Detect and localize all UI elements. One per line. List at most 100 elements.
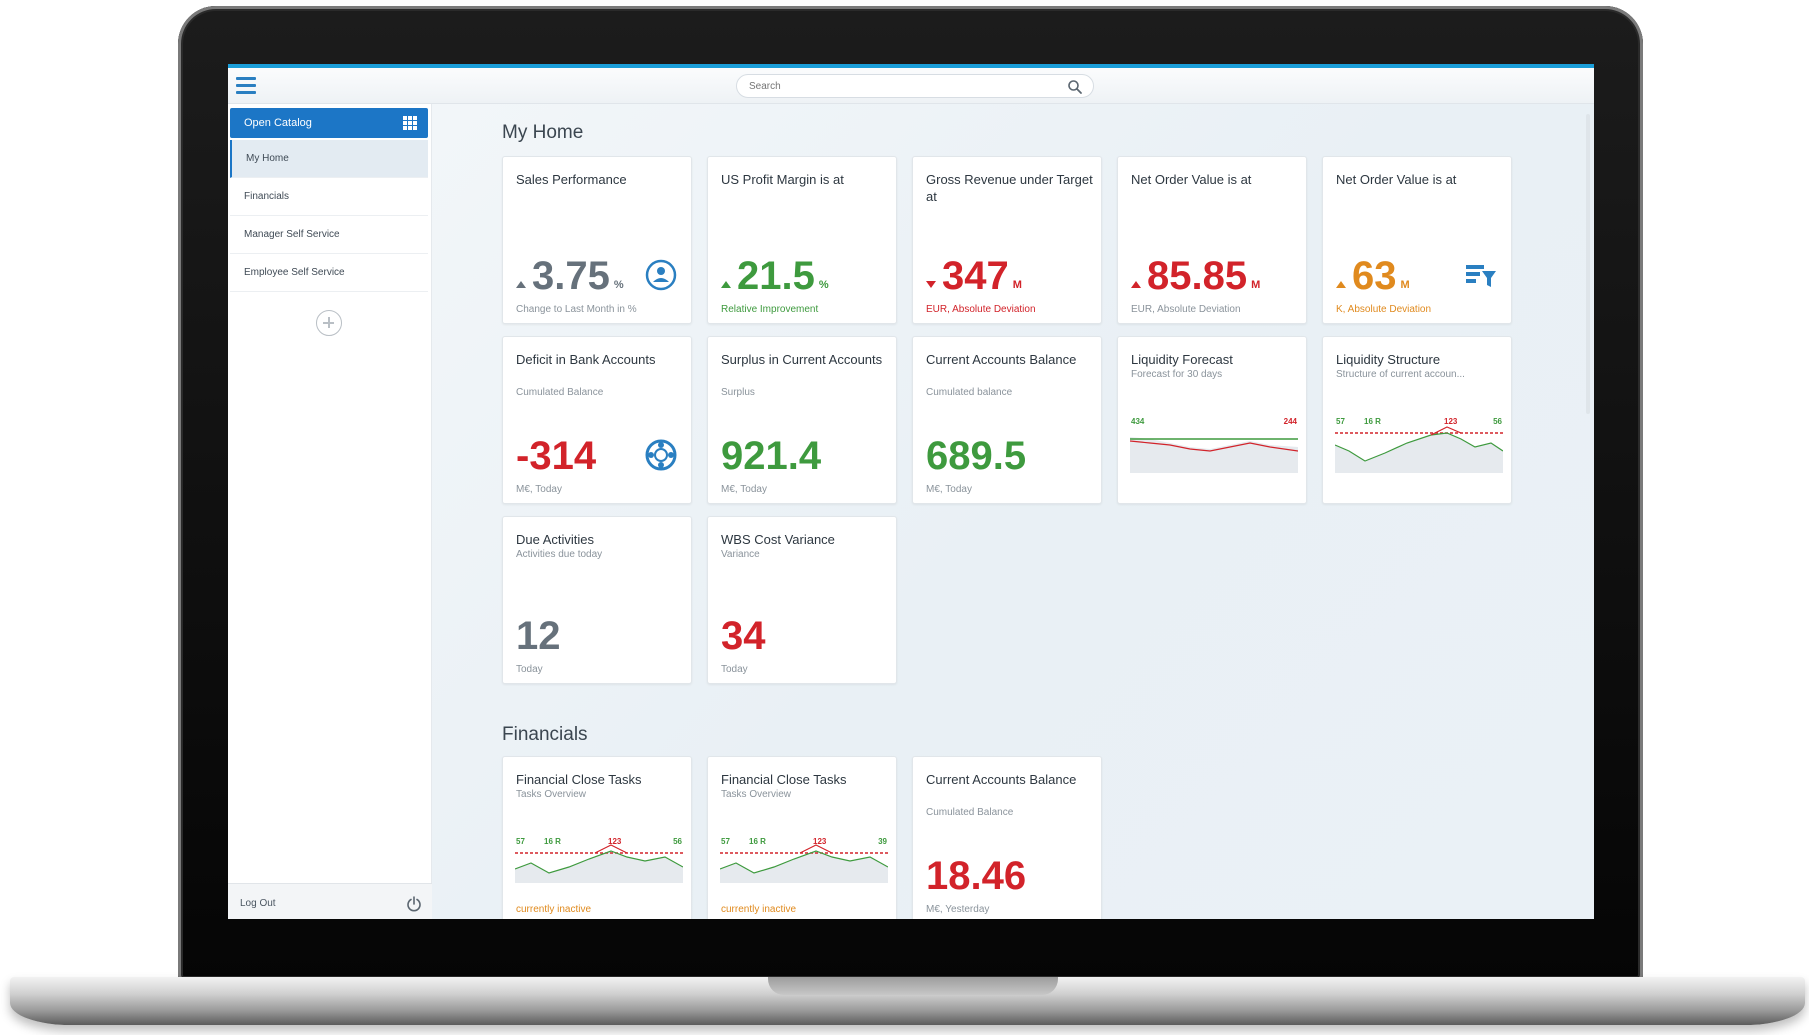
tile-title: Current Accounts Balance bbox=[926, 352, 1077, 367]
tile-wbs-cost-variance[interactable]: WBS Cost Variance Variance 34 Today bbox=[707, 516, 897, 684]
tile-financial-close-tasks[interactable]: Financial Close Tasks Tasks Overview 57 … bbox=[502, 756, 692, 919]
liquidity-forecast-sparkline bbox=[1130, 437, 1298, 473]
tile-title: Liquidity Structure bbox=[1336, 352, 1441, 367]
tile-footer: Today bbox=[516, 664, 543, 675]
search-icon[interactable] bbox=[1067, 79, 1083, 95]
sidebar: Open Catalog My Home Financials Manager … bbox=[228, 104, 432, 919]
tile-liquidity-structure[interactable]: Liquidity Structure Structure of current… bbox=[1322, 336, 1512, 504]
financial-close-sparkline bbox=[515, 844, 683, 883]
tile-title: Financial Close Tasks bbox=[721, 772, 847, 787]
kpi-value: 921.4 bbox=[721, 434, 822, 478]
open-catalog-button[interactable]: Open Catalog bbox=[230, 108, 428, 138]
search-box[interactable] bbox=[736, 74, 1094, 98]
tile-footer: currently inactive bbox=[721, 904, 797, 915]
tile-subtitle: Cumulated Balance bbox=[516, 387, 604, 398]
tile-title: Deficit in Bank Accounts bbox=[516, 352, 656, 367]
kpi: 921.4 bbox=[721, 429, 821, 477]
tile-footer: currently inactive bbox=[516, 904, 592, 915]
sidebar-item-label: Financials bbox=[244, 191, 290, 202]
sidebar-item-label: Manager Self Service bbox=[244, 229, 340, 240]
sidebar-item-employee-self-service[interactable]: Employee Self Service bbox=[230, 254, 428, 292]
section-title-my-home: My Home bbox=[502, 122, 584, 143]
tile-title: WBS Cost Variance bbox=[721, 532, 835, 547]
tile-footer: Change to Last Month in % bbox=[516, 304, 637, 315]
hamburger-icon[interactable] bbox=[236, 77, 256, 95]
open-catalog-label: Open Catalog bbox=[244, 117, 312, 129]
grid-icon bbox=[403, 116, 417, 130]
tile-current-accounts-balance-2[interactable]: Current Accounts Balance Cumulated Balan… bbox=[912, 756, 1102, 919]
tile-title: Gross Revenue under Target at bbox=[926, 172, 1093, 204]
tile-footer: Relative Improvement bbox=[721, 304, 819, 315]
liquidity-structure-sparkline bbox=[1335, 426, 1503, 473]
kpi-value: 34 bbox=[721, 614, 766, 658]
sort-filter-icon bbox=[1466, 265, 1496, 287]
kpi: 21.5 % bbox=[721, 249, 829, 297]
tile-surplus-current-accounts[interactable]: Surplus in Current Accounts Surplus 921.… bbox=[707, 336, 897, 504]
kpi: 689.5 bbox=[926, 429, 1026, 477]
laptop-notch bbox=[768, 977, 1058, 995]
tile-sales-performance[interactable]: Sales Performance 3.75 % Change to Last … bbox=[502, 156, 692, 324]
sidebar-item-manager-self-service[interactable]: Manager Self Service bbox=[230, 216, 428, 254]
kpi-value: 689.5 bbox=[926, 434, 1027, 478]
kpi-value: 12 bbox=[516, 614, 561, 658]
tile-title: US Profit Margin is at bbox=[721, 172, 844, 187]
logout-label: Log Out bbox=[240, 898, 276, 909]
kpi: -314 bbox=[516, 429, 596, 477]
tile-subtitle: Tasks Overview bbox=[721, 789, 792, 800]
tile-due-activities[interactable]: Due Activities Activities due today 12 T… bbox=[502, 516, 692, 684]
lifebuoy-icon bbox=[645, 439, 677, 471]
trend-up-icon bbox=[1336, 281, 1346, 288]
tile-title: Net Order Value is at bbox=[1336, 172, 1457, 187]
kpi: 63 M bbox=[1336, 249, 1410, 297]
tile-net-order-value[interactable]: Net Order Value is at 85.85 M EUR, Absol… bbox=[1117, 156, 1307, 324]
tile-footer: M€, Today bbox=[516, 484, 562, 495]
tile-subtitle: Tasks Overview bbox=[516, 789, 587, 800]
sidebar-item-my-home[interactable]: My Home bbox=[230, 140, 428, 178]
tile-title: Financial Close Tasks bbox=[516, 772, 642, 787]
tile-footer: K, Absolute Deviation bbox=[1336, 304, 1432, 315]
kpi-value: 63 bbox=[1352, 254, 1397, 298]
kpi: 85.85 M bbox=[1131, 249, 1260, 297]
kpi-value: 85.85 bbox=[1147, 254, 1248, 298]
tile-title: Sales Performance bbox=[516, 172, 627, 187]
tile-footer: EUR, Absolute Deviation bbox=[1131, 304, 1241, 315]
tile-subtitle: Surplus bbox=[721, 387, 755, 398]
kpi: 3.75 % bbox=[516, 249, 624, 297]
tile-net-order-value-2[interactable]: Net Order Value is at 63 M K, Absolute D… bbox=[1322, 156, 1512, 324]
tile-current-accounts-balance[interactable]: Current Accounts Balance Cumulated balan… bbox=[912, 336, 1102, 504]
add-group-icon[interactable] bbox=[316, 310, 342, 336]
tile-liquidity-forecast[interactable]: Liquidity Forecast Forecast for 30 days … bbox=[1117, 336, 1307, 504]
kpi-value: 18.46 bbox=[926, 854, 1027, 898]
tile-title: Net Order Value is at bbox=[1131, 172, 1252, 187]
trend-up-icon bbox=[721, 281, 731, 288]
kpi: 34 bbox=[721, 609, 766, 657]
scrollbar[interactable] bbox=[1586, 114, 1590, 414]
kpi-unit: % bbox=[613, 279, 624, 291]
tile-us-profit-margin[interactable]: US Profit Margin is at 21.5 % Relative I… bbox=[707, 156, 897, 324]
power-icon[interactable] bbox=[406, 896, 422, 912]
launchpad-content: My Home Sales Performance 3.75 % Change … bbox=[432, 104, 1594, 919]
kpi-unit: M bbox=[1251, 279, 1261, 291]
tile-footer: M€, Today bbox=[926, 484, 972, 495]
kpi-value: 3.75 bbox=[532, 254, 610, 298]
kpi-unit: % bbox=[818, 279, 829, 291]
tile-subtitle: Forecast for 30 days bbox=[1131, 369, 1223, 380]
logout-button[interactable]: Log Out bbox=[228, 883, 432, 919]
section-title-financials: Financials bbox=[502, 724, 588, 745]
tile-deficit-bank-accounts[interactable]: Deficit in Bank Accounts Cumulated Balan… bbox=[502, 336, 692, 504]
trend-down-icon bbox=[926, 281, 936, 288]
tile-subtitle: Structure of current accoun... bbox=[1336, 369, 1465, 380]
tile-gross-revenue[interactable]: Gross Revenue under Target at 347 M EUR,… bbox=[912, 156, 1102, 324]
screen: Open Catalog My Home Financials Manager … bbox=[228, 64, 1594, 919]
kpi-value: 21.5 bbox=[737, 254, 815, 298]
sidebar-item-financials[interactable]: Financials bbox=[230, 178, 428, 216]
person-circle-icon bbox=[645, 259, 677, 291]
tile-subtitle: Cumulated Balance bbox=[926, 807, 1014, 818]
shell-header bbox=[228, 68, 1594, 104]
tile-footer: M€, Yesterday bbox=[926, 904, 990, 915]
kpi-unit: M bbox=[1012, 279, 1022, 291]
tile-title: Surplus in Current Accounts bbox=[721, 352, 883, 367]
search-input[interactable] bbox=[749, 75, 1049, 97]
tile-financial-close-tasks-2[interactable]: Financial Close Tasks Tasks Overview 57 … bbox=[707, 756, 897, 919]
kpi-value: -314 bbox=[516, 434, 597, 478]
